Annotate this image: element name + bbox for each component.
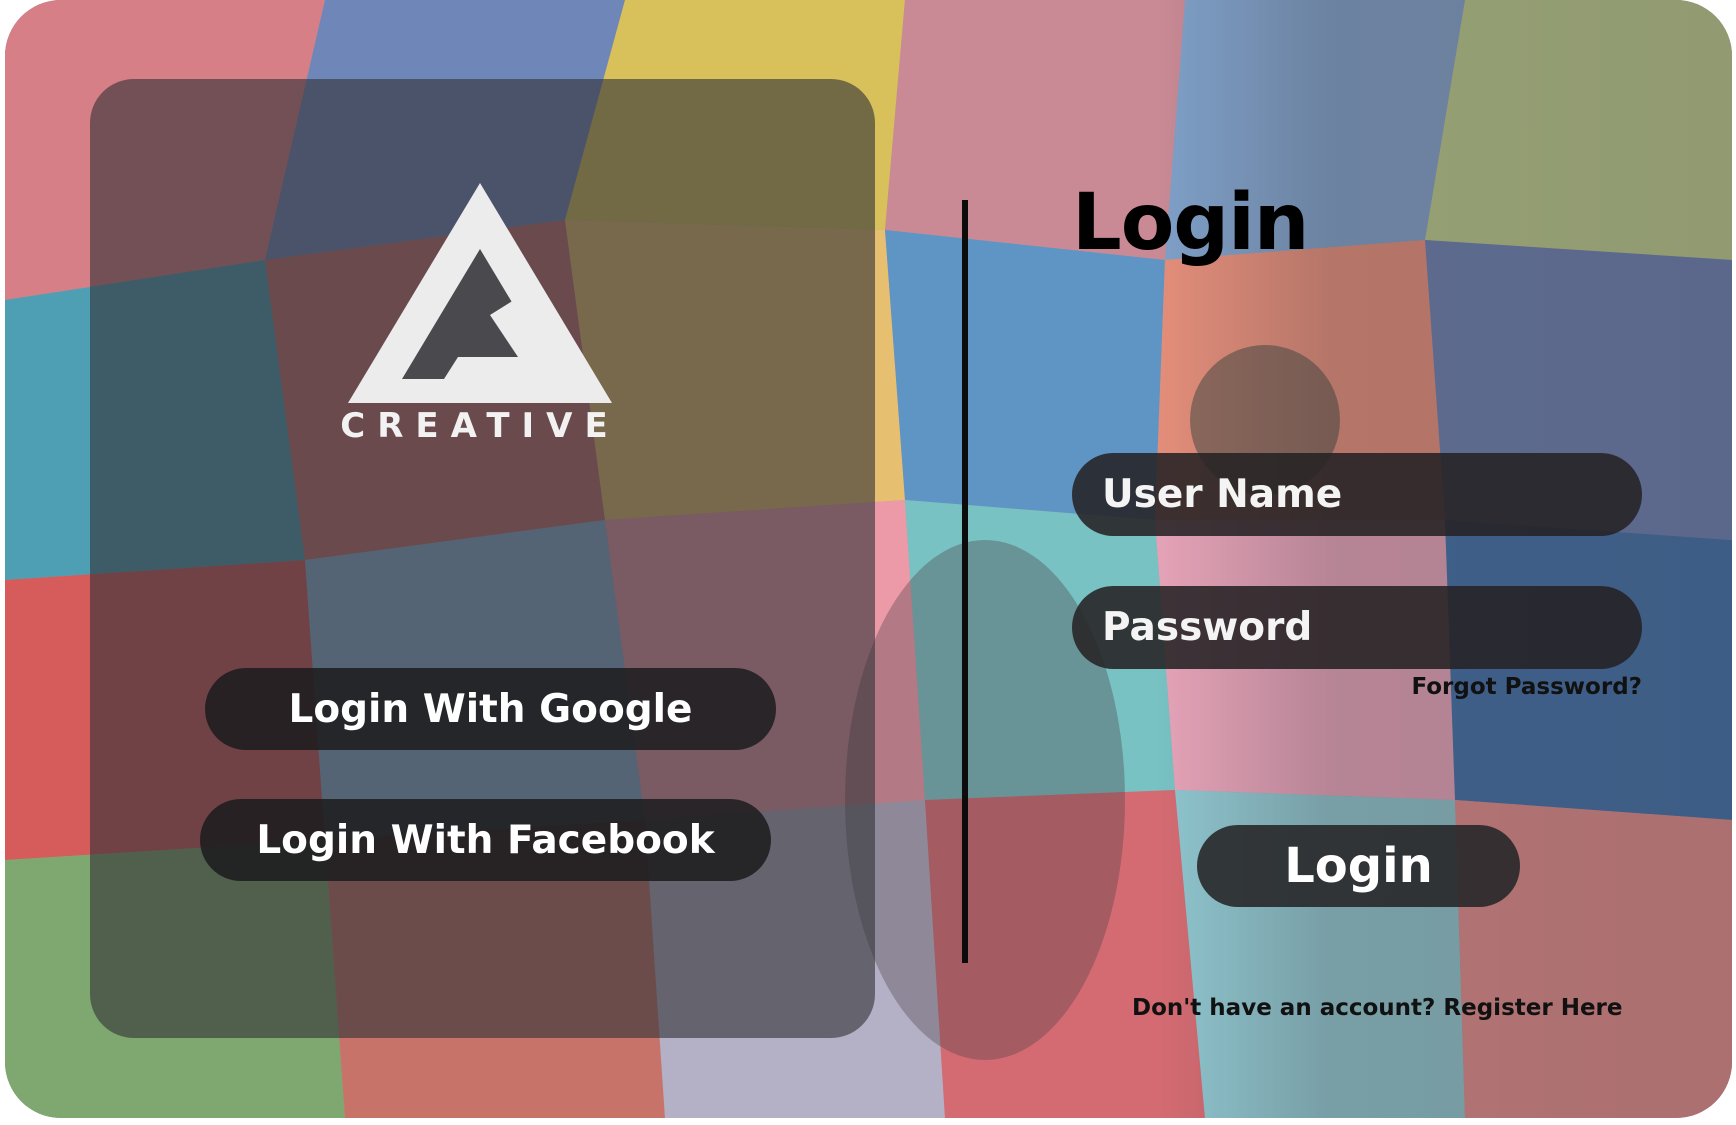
vertical-divider: [962, 200, 968, 963]
login-with-google-button[interactable]: Login With Google: [205, 668, 776, 750]
logo-text: CREATIVE: [340, 406, 620, 446]
login-with-facebook-button[interactable]: Login With Facebook: [200, 799, 771, 881]
register-prompt: Don't have an account? Register Here: [1132, 995, 1623, 1021]
password-input[interactable]: [1100, 604, 1642, 651]
right-overlay: [1155, 0, 1732, 1118]
username-field: [1072, 453, 1642, 536]
username-input[interactable]: [1100, 471, 1642, 518]
login-submit-button[interactable]: Login: [1197, 825, 1520, 907]
register-here-link[interactable]: Register Here: [1443, 995, 1622, 1021]
register-prompt-text: Don't have an account?: [1132, 995, 1436, 1021]
page-title: Login: [1072, 178, 1309, 268]
forgot-password-link[interactable]: Forgot Password?: [1411, 674, 1642, 700]
password-field: [1072, 586, 1642, 669]
